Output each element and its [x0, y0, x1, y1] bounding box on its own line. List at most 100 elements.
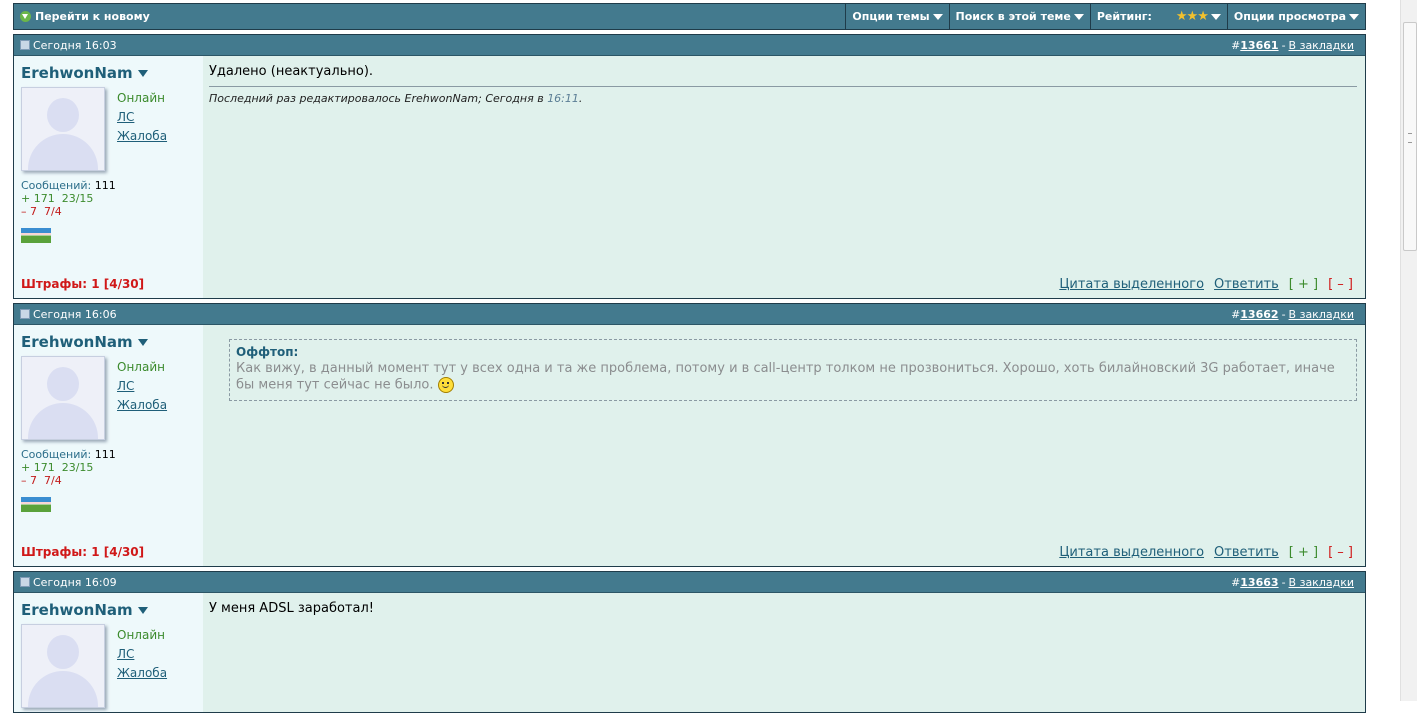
user-info: ErehwonNam Онлайн ЛС Жалоба Сообщений: 1… — [14, 325, 203, 566]
thread-options-menu[interactable]: Опции темы — [845, 4, 948, 29]
private-message-link[interactable]: ЛС — [117, 645, 167, 664]
post-content: Оффтоп: Как вижу, в данный момент тут у … — [203, 325, 1365, 566]
reputation-plus: + 171 — [21, 461, 55, 474]
dropdown-arrow-icon — [1210, 13, 1221, 20]
offtopic-box: Оффтоп: Как вижу, в данный момент тут у … — [229, 339, 1357, 401]
post-content: У меня ADSL заработал! — [203, 593, 1365, 712]
country-flag-icon — [21, 228, 51, 243]
forum-thread: Перейти к новому Опции темы Поиск в этой… — [13, 3, 1366, 713]
rating-stars-icon: ★★★ — [1175, 9, 1209, 24]
vote-plus-button[interactable]: [ + ] — [1289, 545, 1318, 560]
reputation-minus: – 7 — [21, 205, 37, 218]
online-status: Онлайн — [117, 91, 165, 105]
private-message-link[interactable]: ЛС — [117, 377, 167, 396]
avatar[interactable] — [21, 624, 105, 708]
user-menu-arrow-icon — [137, 338, 148, 346]
dropdown-arrow-icon — [1349, 13, 1359, 20]
avatar[interactable] — [21, 87, 105, 171]
dropdown-arrow-icon — [1073, 13, 1084, 20]
reply-link[interactable]: Ответить — [1214, 545, 1279, 560]
post-number-link[interactable]: 13662 — [1240, 308, 1278, 321]
post: Сегодня 16:06 #13662 - В закладки Erehwo… — [13, 303, 1366, 567]
post: Сегодня 16:09 #13663 - В закладки Erehwo… — [13, 571, 1366, 713]
messages-count: 111 — [94, 179, 116, 192]
edit-note: Последний раз редактировалось ErehwonNam… — [209, 86, 1357, 105]
go-to-newest-link[interactable]: Перейти к новому — [14, 4, 845, 29]
user-info: ErehwonNam Онлайн ЛС Жалоба Сообщений: 1… — [14, 56, 203, 298]
post-icon — [20, 40, 30, 50]
post-header: Сегодня 16:09 #13663 - В закладки — [14, 572, 1365, 593]
user-info: ErehwonNam Онлайн ЛС Жалоба — [14, 593, 203, 712]
reputation-plus-detail: 23/15 — [61, 461, 94, 474]
online-status: Онлайн — [117, 360, 165, 374]
quote-selected-link[interactable]: Цитата выделенного — [1059, 277, 1204, 292]
bookmark-link[interactable]: В закладки — [1289, 308, 1354, 321]
search-thread-menu[interactable]: Поиск в этой теме — [948, 4, 1090, 29]
private-message-link[interactable]: ЛС — [117, 108, 167, 127]
user-fines: Штрафы: 1 [4/30] — [21, 545, 145, 559]
messages-label: Сообщений: — [21, 179, 92, 192]
arrow-down-icon — [20, 11, 31, 22]
post-actions: Цитата выделенного Ответить [ + ] [ – ] — [1059, 277, 1353, 292]
bookmark-link[interactable]: В закладки — [1289, 576, 1354, 589]
username-link[interactable]: ErehwonNam — [21, 64, 203, 82]
bookmark-link[interactable]: В закладки — [1289, 39, 1354, 52]
view-options-menu[interactable]: Опции просмотра — [1226, 4, 1365, 29]
username-link[interactable]: ErehwonNam — [21, 601, 203, 619]
messages-count: 111 — [94, 448, 116, 461]
online-status: Онлайн — [117, 628, 165, 642]
post-header: Сегодня 16:06 #13662 - В закладки — [14, 304, 1365, 325]
post-number-link[interactable]: 13663 — [1240, 576, 1278, 589]
post-icon — [20, 309, 30, 319]
avatar[interactable] — [21, 356, 105, 440]
thread-toolbar: Перейти к новому Опции темы Поиск в этой… — [13, 3, 1366, 30]
post-date: Сегодня 16:06 — [33, 307, 117, 321]
user-menu-arrow-icon — [137, 69, 148, 77]
offtopic-text: Как вижу, в данный момент тут у всех одн… — [236, 361, 1335, 393]
search-thread-label: Поиск в этой теме — [955, 10, 1071, 23]
vote-plus-button[interactable]: [ + ] — [1289, 277, 1318, 292]
post-hash: # — [1231, 38, 1241, 52]
post: Сегодня 16:03 #13661 - В закладки Erehwo… — [13, 34, 1366, 299]
post-hash: # — [1231, 575, 1241, 589]
dropdown-arrow-icon — [932, 13, 943, 20]
report-link[interactable]: Жалоба — [117, 127, 167, 146]
user-stats: Сообщений: 111 + 171 23/15 – 7 7/4 — [21, 448, 203, 487]
reputation-minus: – 7 — [21, 474, 37, 487]
vote-minus-button[interactable]: [ – ] — [1328, 277, 1353, 292]
view-options-label: Опции просмотра — [1233, 10, 1346, 23]
user-fines: Штрафы: 1 [4/30] — [21, 277, 145, 291]
thread-options-label: Опции темы — [852, 10, 930, 23]
post-content: Удалено (неактуально). Последний раз ред… — [203, 56, 1365, 298]
quote-selected-link[interactable]: Цитата выделенного — [1059, 545, 1204, 560]
offtopic-title: Оффтоп: — [236, 345, 299, 359]
post-actions: Цитата выделенного Ответить [ + ] [ – ] — [1059, 545, 1353, 560]
post-message: У меня ADSL заработал! — [209, 601, 374, 616]
edit-note-time: 16:11 — [547, 92, 579, 105]
username-link[interactable]: ErehwonNam — [21, 333, 203, 351]
post-icon — [20, 577, 30, 587]
vertical-scrollbar[interactable] — [1400, 0, 1417, 701]
report-link[interactable]: Жалоба — [117, 664, 167, 683]
username: ErehwonNam — [21, 601, 133, 619]
post-date: Сегодня 16:03 — [33, 38, 117, 52]
rating-label: Рейтинг: — [1096, 10, 1152, 23]
edit-note-text: Последний раз редактировалось ErehwonNam… — [209, 92, 548, 105]
reputation-minus-detail: 7/4 — [44, 474, 62, 487]
post-header: Сегодня 16:03 #13661 - В закладки — [14, 35, 1365, 56]
messages-label: Сообщений: — [21, 448, 92, 461]
vote-minus-button[interactable]: [ – ] — [1328, 545, 1353, 560]
reputation-plus-detail: 23/15 — [61, 192, 94, 205]
rating-menu[interactable]: Рейтинг: ★★★ — [1089, 4, 1227, 29]
user-menu-arrow-icon — [137, 606, 148, 614]
edit-note-end: . — [578, 92, 583, 105]
user-stats: Сообщений: 111 + 171 23/15 – 7 7/4 — [21, 179, 203, 218]
post-number-link[interactable]: 13661 — [1240, 39, 1278, 52]
scrollbar-thumb[interactable] — [1403, 22, 1417, 251]
username: ErehwonNam — [21, 333, 133, 351]
country-flag-icon — [21, 497, 51, 512]
report-link[interactable]: Жалоба — [117, 396, 167, 415]
username: ErehwonNam — [21, 64, 133, 82]
post-hash: # — [1231, 307, 1241, 321]
reply-link[interactable]: Ответить — [1214, 277, 1279, 292]
